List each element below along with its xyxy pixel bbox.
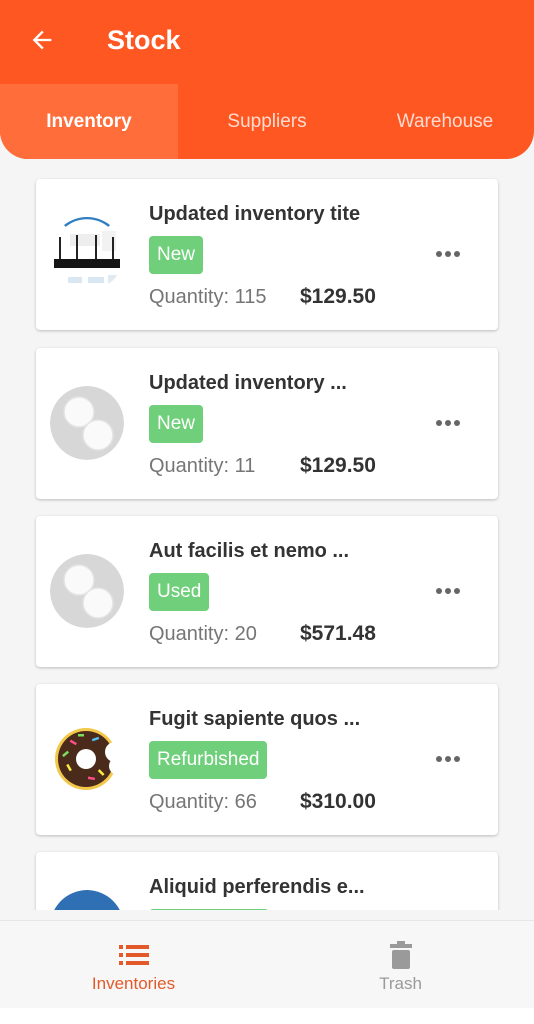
inventory-list: Updated inventory tite New Quantity: 115…	[0, 159, 534, 910]
trash-icon	[389, 941, 412, 969]
router-product-icon	[50, 217, 124, 291]
item-name: Fugit sapiente quos ...	[149, 708, 361, 730]
tab-suppliers[interactable]: Suppliers	[178, 84, 356, 159]
more-horizontal-icon	[436, 588, 460, 594]
inventory-card[interactable]: Aut facilis et nemo ... Used Quantity: 2…	[36, 516, 498, 667]
more-options-button[interactable]	[432, 239, 464, 269]
more-options-button[interactable]	[432, 408, 464, 438]
item-name: Updated inventory ...	[149, 372, 347, 394]
nav-label-inventories: Inventories	[91, 974, 176, 993]
app-header: Stock Inventory Suppliers Warehouse	[0, 0, 534, 159]
more-options-button[interactable]	[432, 744, 464, 774]
inventory-card[interactable]: Updated inventory tite New Quantity: 115…	[36, 179, 498, 330]
inventory-card[interactable]: Updated inventory ... New Quantity: 11 $…	[36, 348, 498, 499]
donut-icon	[50, 722, 124, 796]
tab-inventory[interactable]: Inventory	[0, 84, 178, 159]
back-button[interactable]	[22, 22, 62, 58]
item-price: $129.50	[300, 454, 376, 477]
cotton-pads-icon	[50, 554, 124, 628]
more-horizontal-icon	[436, 251, 460, 257]
item-price: $310.00	[300, 790, 376, 813]
condition-badge: Refurbished	[149, 741, 268, 779]
condition-badge	[149, 909, 269, 910]
more-horizontal-icon	[436, 756, 460, 762]
list-icon	[118, 945, 149, 965]
item-name: Aliquid perferendis e...	[149, 876, 365, 898]
item-quantity: Quantity: 11	[149, 455, 256, 477]
item-quantity: Quantity: 20	[149, 623, 257, 645]
tab-warehouse[interactable]: Warehouse	[356, 84, 534, 159]
condition-badge: Used	[149, 573, 210, 611]
item-quantity: Quantity: 66	[149, 791, 257, 813]
condition-badge: New	[149, 405, 204, 443]
bottom-navigation: Inventories Trash	[0, 920, 534, 1008]
arrow-left-icon	[32, 30, 52, 50]
more-horizontal-icon	[436, 420, 460, 426]
item-quantity: Quantity: 115	[149, 286, 267, 308]
nav-inventories[interactable]: Inventories	[0, 921, 267, 1009]
tab-bar: Inventory Suppliers Warehouse	[0, 84, 534, 159]
nav-trash[interactable]: Trash	[267, 921, 534, 1009]
item-price: $571.48	[300, 622, 376, 645]
cotton-pads-icon	[50, 386, 124, 460]
system-bar	[0, 1008, 534, 1024]
item-name: Updated inventory tite	[149, 203, 361, 225]
app-screen: Stock Inventory Suppliers Warehouse Upda…	[0, 0, 534, 1024]
page-title: Stock	[107, 25, 181, 55]
item-name: Aut facilis et nemo ...	[149, 540, 350, 562]
product-icon	[50, 890, 124, 910]
inventory-card[interactable]: Fugit sapiente quos ... Refurbished Quan…	[36, 684, 498, 835]
item-price: $129.50	[300, 285, 376, 308]
inventory-card[interactable]: Aliquid perferendis e...	[36, 852, 498, 910]
nav-label-trash: Trash	[379, 974, 422, 993]
more-options-button[interactable]	[432, 576, 464, 606]
condition-badge: New	[149, 236, 204, 274]
